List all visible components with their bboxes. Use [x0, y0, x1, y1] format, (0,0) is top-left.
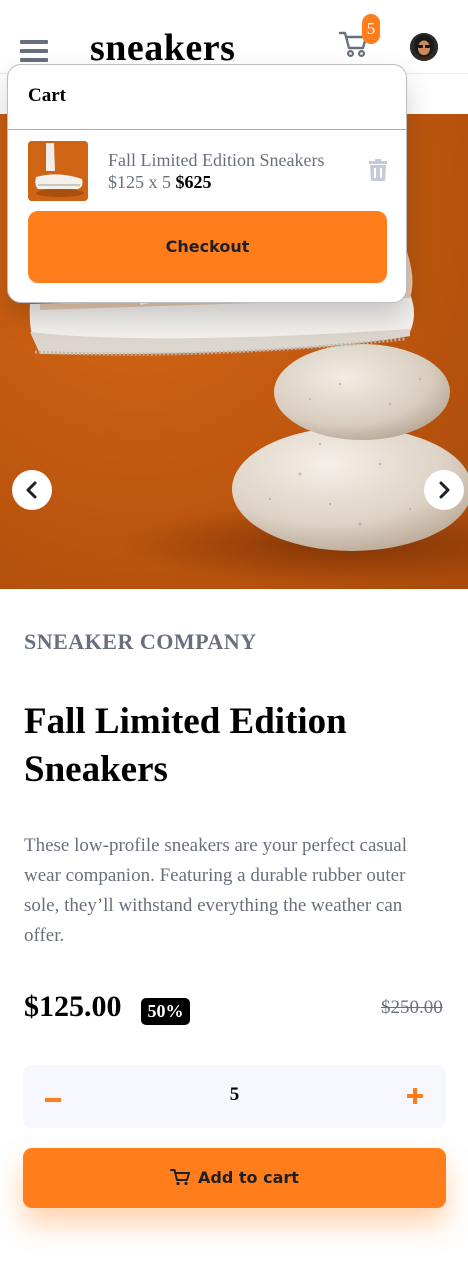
avatar[interactable] [410, 33, 438, 61]
cart-popover: Cart Fall Limited Edition Sneakers $125 … [7, 64, 407, 303]
checkout-button[interactable]: Checkout [28, 211, 387, 283]
product-description: These low-profile sneakers are your perf… [24, 835, 407, 946]
add-to-cart-content: Add to cart [23, 1148, 446, 1208]
add-to-cart-button[interactable]: Add to cart [23, 1148, 446, 1208]
cart-icon [170, 1168, 191, 1185]
menu-bar [20, 58, 48, 62]
cart-item-total: $625 [175, 172, 212, 192]
menu-bar [20, 40, 48, 44]
plus-icon[interactable] [399, 1081, 431, 1113]
cart-item-name: Fall Limited Edition Sneakers [108, 150, 325, 170]
cart-count-badge: 5 [362, 14, 380, 44]
cart-item-price-line: $125 x 5 $625 [108, 172, 212, 193]
chevron-right-icon [439, 481, 450, 499]
cart-title: Cart [28, 85, 66, 106]
product-title: Fall Limited Edition Sneakers [24, 701, 347, 790]
previous-image-button[interactable] [12, 470, 52, 510]
company-name: SNEAKER COMPANY [24, 629, 257, 654]
add-to-cart-label: Add to cart [198, 1168, 299, 1187]
quantity-value: 5 [229, 1084, 240, 1105]
plus-bar-v [413, 1088, 417, 1104]
cart-item-thumbnail [28, 141, 88, 201]
trash-icon[interactable] [368, 159, 388, 181]
next-image-button[interactable] [424, 470, 464, 510]
original-price: $250.00 [381, 997, 443, 1018]
quantity-stepper: 5 [23, 1065, 446, 1128]
menu-icon[interactable] [20, 40, 48, 64]
discount-badge: 50% [141, 998, 190, 1025]
cart-item-unit-price: $125 x 5 [108, 172, 171, 192]
header: sneakers 5 [0, 0, 468, 74]
divider [8, 129, 406, 130]
menu-bar [20, 49, 48, 53]
current-price: $125.00 [24, 990, 122, 1023]
chevron-left-icon [26, 481, 37, 499]
